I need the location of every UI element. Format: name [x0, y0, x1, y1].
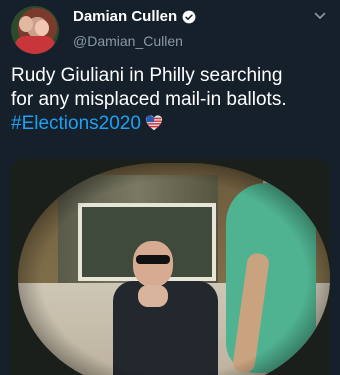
avatar-person-1 [19, 16, 33, 32]
media-vignette [18, 163, 330, 375]
verified-badge-icon [182, 10, 196, 23]
tweet-text-line-2: for any misplaced mail-in ballots. [11, 89, 287, 110]
avatar[interactable] [11, 6, 59, 54]
tweet-media[interactable] [10, 159, 330, 375]
media-image [18, 163, 330, 375]
tweet-hashtag-line: #Elections2020 [11, 112, 331, 136]
hashtag-link[interactable]: #Elections2020 [11, 113, 141, 134]
tweet-text: Rudy Giuliani in Philly searching for an… [11, 64, 331, 136]
avatar-shirt [15, 36, 55, 54]
tweet-card: Damian Cullen @Damian_Cullen Rudy Giulia… [0, 0, 340, 375]
author-name[interactable]: Damian Cullen [73, 8, 177, 25]
us-flag-heart-emoji [145, 115, 163, 131]
author-row: Damian Cullen [73, 8, 196, 25]
avatar-person-2 [35, 20, 49, 36]
author-handle[interactable]: @Damian_Cullen [73, 33, 183, 49]
tweet-text-line-1: Rudy Giuliani in Philly searching [11, 65, 283, 86]
chevron-down-icon[interactable] [314, 10, 326, 22]
